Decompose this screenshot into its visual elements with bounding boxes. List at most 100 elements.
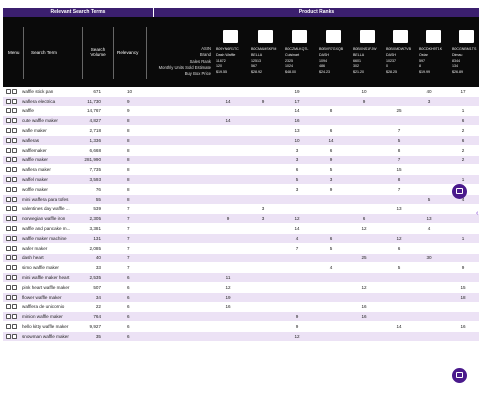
row-expand-icon[interactable] [6, 196, 11, 202]
row-expand-icon[interactable] [6, 177, 11, 183]
table-row[interactable]: dash heart 40 7 25 30 [3, 253, 479, 264]
search-term-cell[interactable]: waflera maker [22, 167, 51, 172]
row-copy-icon[interactable] [12, 216, 17, 222]
product-thumbnail[interactable] [223, 30, 238, 43]
row-copy-icon[interactable] [12, 333, 17, 339]
product-thumbnail[interactable] [426, 30, 441, 43]
row-menu[interactable] [3, 216, 19, 222]
row-copy-icon[interactable] [12, 118, 17, 124]
row-expand-icon[interactable] [6, 128, 11, 134]
search-term-cell[interactable]: wafle maker [22, 128, 47, 133]
search-term-cell[interactable]: mini waffera para tofes [22, 197, 68, 202]
search-term-cell[interactable]: waffle [22, 108, 34, 113]
table-row[interactable]: waflera electrica 11,730 9 14 9 17 9 3 [3, 96, 479, 107]
row-expand-icon[interactable] [6, 314, 11, 320]
row-expand-icon[interactable] [6, 157, 11, 163]
row-copy-icon[interactable] [12, 157, 17, 163]
search-term-cell[interactable]: waffel maker [22, 177, 48, 182]
row-menu[interactable] [3, 177, 19, 183]
row-copy-icon[interactable] [12, 314, 17, 320]
row-expand-icon[interactable] [6, 118, 11, 124]
table-row[interactable]: norwegian waffle iron 2,305 7 9 3 12 6 13 [3, 214, 479, 225]
table-row[interactable]: cute waffle maker 4,827 8 14 16 6 [3, 116, 479, 127]
row-menu[interactable] [3, 167, 19, 173]
row-copy-icon[interactable] [12, 137, 17, 143]
product-column-header[interactable]: B0BXNS1FJW BELLA 6601 302 $21.20 [353, 30, 383, 90]
row-menu[interactable] [3, 235, 19, 241]
row-menu[interactable] [3, 186, 19, 192]
search-term-cell[interactable]: norwegian waffle iron [22, 216, 65, 221]
row-menu[interactable] [3, 118, 19, 124]
row-copy-icon[interactable] [12, 108, 17, 114]
row-expand-icon[interactable] [6, 216, 11, 222]
table-row[interactable]: woffle maker7683972 [3, 184, 479, 195]
row-expand-icon[interactable] [6, 167, 11, 173]
product-thumbnail[interactable] [292, 30, 307, 43]
table-row[interactable]: waffel maker 3,593 8 5 3 8 1 [3, 175, 479, 185]
row-menu[interactable] [3, 245, 19, 251]
product-thumbnail[interactable] [360, 30, 375, 43]
product-column-header[interactable]: B0CGNBM1TS Dimau 8344 134 $26.89 [452, 30, 480, 90]
row-menu[interactable] [3, 324, 19, 330]
row-menu[interactable] [3, 226, 19, 232]
table-row[interactable]: wafer maker 2,085 7 7 5 6 [3, 243, 479, 254]
search-term-cell[interactable]: dash heart [22, 255, 44, 260]
row-menu[interactable] [3, 206, 19, 212]
row-copy-icon[interactable] [12, 245, 17, 251]
row-menu[interactable] [3, 98, 19, 104]
row-copy-icon[interactable] [12, 275, 17, 281]
row-copy-icon[interactable] [12, 167, 17, 173]
product-thumbnail[interactable] [258, 30, 273, 43]
row-copy-icon[interactable] [12, 324, 17, 330]
product-column-header[interactable]: B09YN6R1TC Dash Waffle 11872 120 $19.55 [216, 30, 246, 90]
table-row[interactable]: waflera maker 7,735 8 6 5 15 [3, 165, 479, 176]
row-copy-icon[interactable] [12, 206, 17, 212]
table-row[interactable]: waffle maker 281,990 8 3 9 7 2 [3, 155, 479, 166]
row-menu[interactable] [3, 137, 19, 143]
row-menu[interactable] [3, 265, 19, 271]
search-term-cell[interactable]: waffle stick pan [22, 89, 53, 94]
row-menu[interactable] [3, 255, 19, 261]
row-expand-icon[interactable] [6, 304, 11, 310]
row-menu[interactable] [3, 147, 19, 153]
product-column-header[interactable]: B0CZMLKQ7L Cuisinart 2325 1024 $48.00 [285, 30, 315, 90]
row-copy-icon[interactable] [12, 265, 17, 271]
product-thumbnail[interactable] [326, 30, 341, 43]
row-menu[interactable] [3, 294, 19, 300]
product-column-header[interactable]: B0CDKH9T1K Ostar 597 8 $19.99 [419, 30, 449, 90]
table-row[interactable]: flower waffle maker 34 6 19 18 [3, 292, 479, 303]
row-expand-icon[interactable] [6, 88, 11, 94]
table-row[interactable]: waffle 14,767 9 14 8 25 1 [3, 106, 479, 117]
row-menu[interactable] [3, 157, 19, 163]
product-column-header[interactable]: B0BXMDW7VB DASH 10237 0 $28.25 [386, 30, 416, 90]
table-row[interactable]: snowman waffle maker 35 6 12 [3, 331, 479, 342]
table-row[interactable]: wafleras 1,336 8 10 14 5 6 [3, 135, 479, 146]
table-row[interactable]: wafle maker 2,718 8 13 6 7 2 [3, 126, 479, 136]
row-menu[interactable] [3, 128, 19, 134]
row-copy-icon[interactable] [12, 147, 17, 153]
search-term-cell[interactable]: wafleras [22, 138, 39, 143]
row-menu[interactable] [3, 284, 19, 290]
search-term-cell[interactable]: wafer maker [22, 246, 47, 251]
search-term-cell[interactable]: cute waffle maker [22, 118, 58, 123]
table-row[interactable]: mini waffera para tofes 55 8 5 4 [3, 194, 479, 205]
row-expand-icon[interactable] [6, 275, 11, 281]
row-menu[interactable] [3, 196, 19, 202]
search-term-cell[interactable]: flower waffle maker [22, 295, 62, 300]
search-term-cell[interactable]: mini waffle maker heart [22, 275, 69, 280]
search-term-cell[interactable]: waffle and pancake m... [22, 226, 70, 231]
row-copy-icon[interactable] [12, 128, 17, 134]
search-term-column-header[interactable]: Search Term [31, 17, 57, 87]
row-menu[interactable] [3, 275, 19, 281]
row-expand-icon[interactable] [6, 235, 11, 241]
table-row[interactable]: minion waffle maker 764 6 9 16 [3, 312, 479, 323]
row-expand-icon[interactable] [6, 255, 11, 261]
row-expand-icon[interactable] [6, 284, 11, 290]
row-expand-icon[interactable] [6, 108, 11, 114]
table-row[interactable]: wafflera de unicornio 22 6 16 16 [3, 302, 479, 313]
row-menu[interactable] [3, 304, 19, 310]
row-expand-icon[interactable] [6, 265, 11, 271]
table-row[interactable]: waffle maker machine 131 7 4 6 12 1 [3, 233, 479, 244]
search-volume-column-header[interactable]: Search Volume [85, 17, 111, 87]
chat-launcher-button[interactable] [452, 368, 467, 383]
